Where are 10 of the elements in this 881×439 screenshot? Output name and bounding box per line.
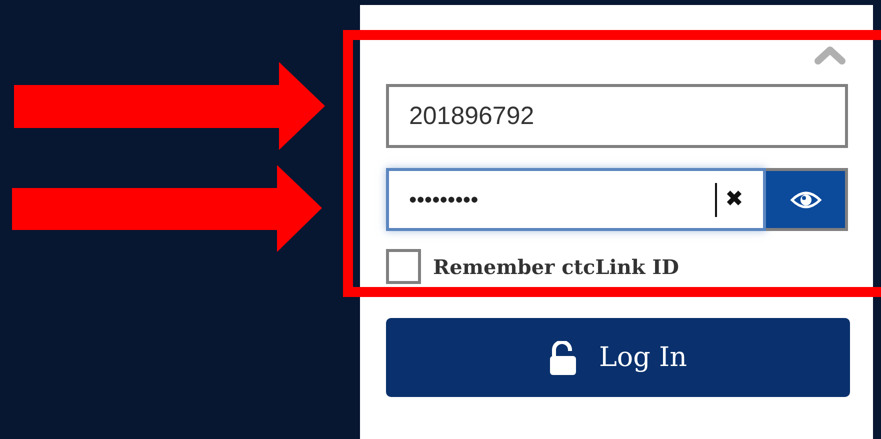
clear-button[interactable]: ✖ [725,188,743,210]
password-input-field[interactable]: ••••••••• ✖ [386,168,766,231]
unlock-icon [548,340,577,374]
show-password-button[interactable] [766,168,848,231]
remember-checkbox[interactable] [386,249,421,284]
collapse-chevron-icon[interactable] [814,45,846,65]
id-input-field[interactable]: 201896792 [386,84,848,148]
remember-label: Remember ctcLink ID [433,254,679,278]
eye-icon [790,190,822,210]
login-button[interactable]: Log In [386,318,850,397]
